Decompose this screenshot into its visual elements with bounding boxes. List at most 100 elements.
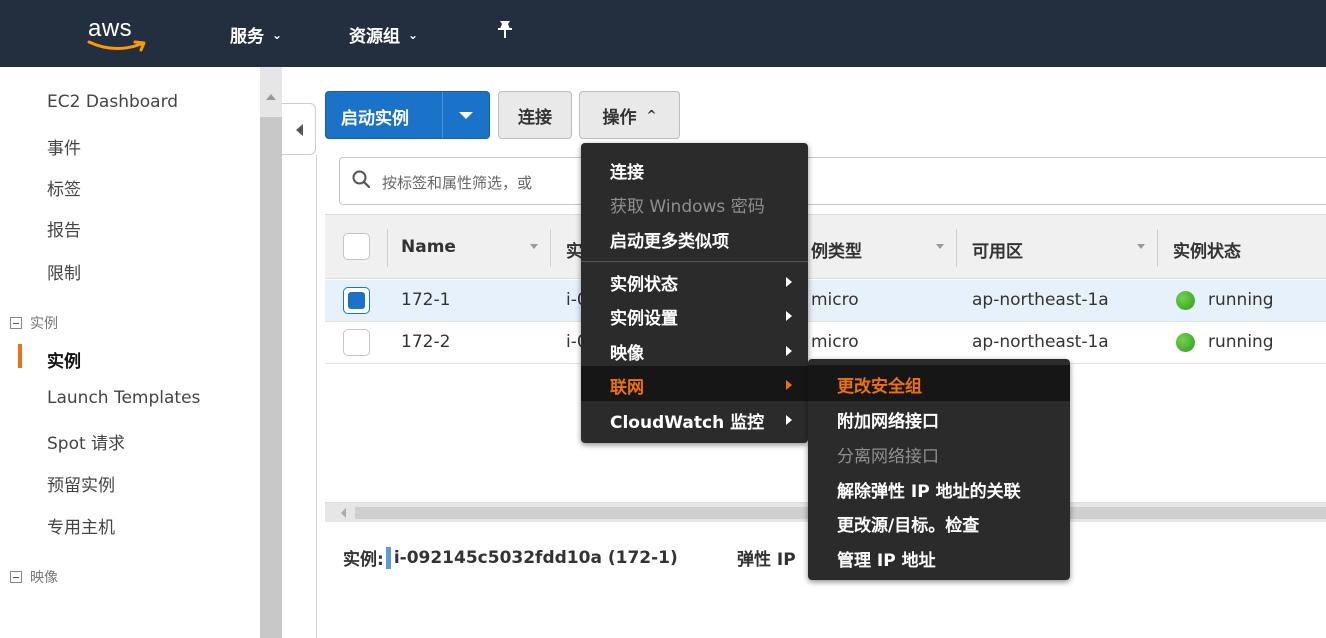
cell-instance-type: micro [811, 332, 859, 352]
menu-item-connect[interactable]: 连接 [610, 158, 644, 183]
column-header-name[interactable]: Name [401, 237, 456, 257]
select-all-checkbox[interactable] [343, 233, 370, 260]
menu-separator [581, 261, 808, 262]
sort-icon[interactable] [936, 244, 944, 249]
sidebar-item-limits[interactable]: 限制 [47, 259, 81, 284]
connect-button[interactable]: 连接 [498, 91, 572, 139]
cell-name: 172-2 [401, 332, 451, 352]
cell-instance-state: running [1208, 290, 1274, 310]
menu-item-instance-state[interactable]: 实例状态 [610, 270, 678, 295]
scroll-up-icon[interactable] [266, 94, 276, 100]
submenu-arrow-icon [786, 346, 792, 356]
chevron-down-icon: ⌄ [408, 27, 419, 42]
search-placeholder: 按标签和属性筛选，或 [382, 174, 533, 192]
sidebar-item-tags[interactable]: 标签 [47, 175, 81, 200]
running-status-icon [1176, 333, 1195, 352]
menu-item-launch-more-like-this[interactable]: 启动更多类似项 [610, 227, 729, 252]
launch-instance-label: 启动实例 [341, 109, 409, 129]
column-divider [550, 229, 551, 267]
sidebar-section-images[interactable]: 映像 [10, 567, 58, 587]
cell-instance-type: micro [811, 290, 859, 310]
sidebar-item-launch-templates[interactable]: Launch Templates [47, 388, 200, 408]
sidebar-item-events[interactable]: 事件 [47, 134, 81, 159]
menu-item-get-windows-password: 获取 Windows 密码 [610, 197, 765, 217]
column-header-availability-zone[interactable]: 可用区 [972, 237, 1023, 262]
submenu-arrow-icon [786, 415, 792, 425]
sidebar-item-reports[interactable]: 报告 [47, 216, 81, 241]
filter-search-input[interactable]: 按标签和属性筛选，或 [339, 157, 1326, 205]
sort-icon[interactable] [1137, 244, 1145, 249]
chevron-up-icon: ^ [646, 108, 657, 122]
button-separator [442, 92, 443, 138]
collapse-icon [10, 571, 22, 583]
services-label: 服务 [230, 27, 264, 47]
submenu-arrow-icon [786, 311, 792, 321]
table-row[interactable]: 172-2 i-0 micro ap-northeast-1a running [325, 322, 1326, 364]
chevron-down-icon: ⌄ [272, 27, 283, 42]
aws-logo[interactable]: aws [85, 14, 155, 54]
scrollbar-thumb[interactable] [260, 117, 282, 638]
cell-name: 172-1 [401, 290, 451, 310]
submenu-item-detach-network-interface: 分离网络接口 [837, 447, 939, 467]
row-checkbox[interactable] [343, 287, 370, 314]
top-nav-bar: aws 服务 ⌄ 资源组 ⌄ [0, 0, 1326, 67]
launch-instance-button[interactable]: 启动实例 [325, 91, 490, 139]
section-label: 实例 [30, 316, 58, 332]
column-header-instance-type[interactable]: 例类型 [811, 237, 862, 262]
actions-dropdown-menu: 连接 获取 Windows 密码 启动更多类似项 实例状态 实例设置 映像 联网… [581, 143, 808, 443]
submenu-arrow-icon [786, 277, 792, 287]
scroll-left-icon[interactable] [341, 508, 346, 518]
cell-availability-zone: ap-northeast-1a [972, 332, 1109, 352]
active-indicator [18, 344, 22, 368]
sidebar-item-ec2-dashboard[interactable]: EC2 Dashboard [47, 92, 178, 112]
caret-down-icon[interactable] [459, 112, 473, 119]
column-divider [1157, 229, 1158, 267]
cell-instance-state: running [1208, 332, 1274, 352]
sidebar-item-dedicated-hosts[interactable]: 专用主机 [47, 513, 115, 538]
search-icon [352, 170, 370, 188]
submenu-arrow-icon [786, 380, 792, 390]
instance-details-summary: 实例: i-092145c5032fdd10a (172-1) 弹性 IP [343, 545, 796, 570]
sidebar-section-instances[interactable]: 实例 [10, 313, 58, 333]
section-label: 映像 [30, 570, 58, 586]
aws-smile-icon [87, 40, 146, 52]
row-checkbox[interactable] [343, 329, 370, 356]
submenu-item-disassociate-elastic-ip[interactable]: 解除弹性 IP 地址的关联 [837, 477, 1021, 502]
selection-marker [385, 546, 391, 569]
menu-item-image[interactable]: 映像 [610, 339, 644, 364]
collapse-sidebar-button[interactable] [282, 103, 316, 155]
table-row[interactable]: 172-1 i-0 micro ap-northeast-1a running [325, 280, 1326, 322]
actions-label: 操作 [602, 107, 637, 128]
sidebar-scrollbar[interactable] [260, 67, 282, 638]
sort-icon[interactable] [530, 244, 538, 249]
menu-item-networking[interactable]: 联网 [610, 373, 644, 398]
menu-item-cloudwatch-monitoring[interactable]: CloudWatch 监控 [610, 408, 764, 433]
chevron-left-icon [296, 124, 303, 136]
details-instance-id: i-092145c5032fdd10a (172-1) [393, 547, 678, 568]
pin-icon[interactable] [496, 20, 514, 45]
actions-button[interactable]: 操作 ^ [579, 91, 680, 139]
resource-groups-label: 资源组 [349, 27, 400, 47]
submenu-item-change-security-groups[interactable]: 更改安全组 [837, 372, 922, 397]
cell-availability-zone: ap-northeast-1a [972, 290, 1109, 310]
sidebar-item-spot-requests[interactable]: Spot 请求 [47, 429, 125, 454]
panel-divider [316, 155, 317, 638]
sidebar-item-instances[interactable]: 实例 [47, 347, 81, 372]
menu-item-instance-settings[interactable]: 实例设置 [610, 304, 678, 329]
networking-submenu: 更改安全组 附加网络接口 分离网络接口 解除弹性 IP 地址的关联 更改源/目标… [808, 359, 1070, 580]
details-label: 实例: [343, 550, 384, 570]
column-divider [387, 229, 388, 267]
aws-logo-text: aws [88, 15, 133, 42]
collapse-icon [10, 317, 22, 329]
services-menu[interactable]: 服务 ⌄ [230, 22, 282, 47]
resource-groups-menu[interactable]: 资源组 ⌄ [349, 22, 418, 47]
submenu-item-attach-network-interface[interactable]: 附加网络接口 [837, 407, 939, 432]
table-header: Name 实 例类型 可用区 实例状态 [325, 214, 1326, 279]
column-divider [956, 229, 957, 267]
submenu-item-change-source-dest-check[interactable]: 更改源/目标。检查 [837, 511, 979, 536]
submenu-item-manage-ip-addresses[interactable]: 管理 IP 地址 [837, 546, 936, 571]
sidebar: EC2 Dashboard 事件 标签 报告 限制 实例 实例 Launch T… [0, 67, 262, 638]
sidebar-item-reserved-instances[interactable]: 预留实例 [47, 471, 115, 496]
running-status-icon [1176, 291, 1195, 310]
column-header-instance-state[interactable]: 实例状态 [1173, 237, 1241, 262]
